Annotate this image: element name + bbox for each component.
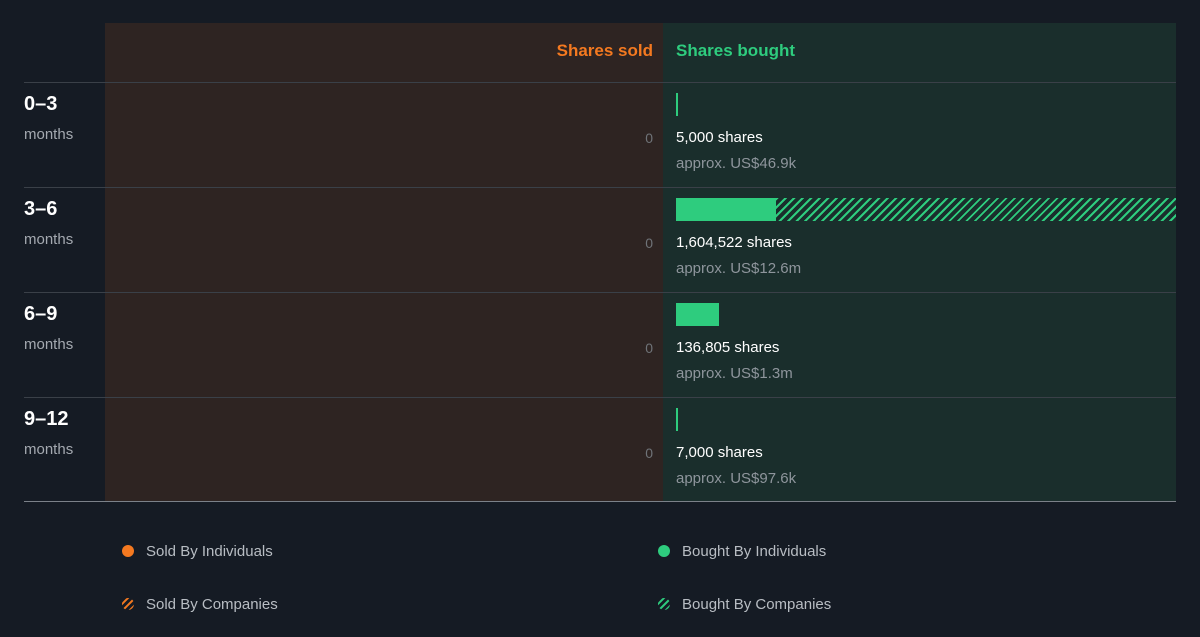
period-unit: months [24,231,74,248]
sold-value-label: 0 [645,445,653,461]
bought-value-label: approx. US$46.9k [676,155,797,172]
legend-label: Bought By Companies [682,595,832,613]
period-row: 3–6 months 0 1,604,522 shares approx. US… [0,188,1200,293]
bought-shares-label: 1,604,522 shares [676,234,792,251]
bought-individuals-bar [676,198,777,221]
bought-shares-label: 5,000 shares [676,129,763,146]
period-label: 3–6 [24,198,58,220]
bought-individuals-bar [676,408,679,431]
sold-value-label: 0 [645,235,653,251]
bought-value-label: approx. US$97.6k [676,470,797,487]
bought-value-label: approx. US$1.3m [676,365,793,382]
period-unit: months [24,126,74,143]
legend-sold-companies[interactable]: Sold By Companies [122,594,278,614]
period-row: 9–12 months 0 7,000 shares approx. US$97… [0,398,1200,503]
bought-value-label: approx. US$12.6m [676,260,802,277]
solid-dot-icon [122,545,134,557]
period-label: 0–3 [24,93,58,115]
legend-bought-individuals[interactable]: Bought By Individuals [658,541,826,561]
bought-individuals-bar [676,303,719,326]
sold-value-label: 0 [645,340,653,356]
legend-label: Sold By Individuals [146,542,273,560]
hatched-dot-icon [658,598,670,610]
legend-label: Bought By Individuals [682,542,827,560]
insider-trading-chart: Shares sold Shares bought 0–3 months 0 5… [0,0,1200,637]
sold-value-label: 0 [645,130,653,146]
shares-sold-header: Shares sold [556,41,653,60]
period-unit: months [24,441,74,458]
period-row: 6–9 months 0 136,805 shares approx. US$1… [0,293,1200,398]
legend-bought-companies[interactable]: Bought By Companies [658,594,831,614]
bought-shares-label: 7,000 shares [676,444,763,461]
legend-label: Sold By Companies [146,595,278,613]
bought-individuals-bar [676,93,678,116]
period-label: 6–9 [24,303,58,325]
period-row: 0–3 months 0 5,000 shares approx. US$46.… [0,83,1200,188]
period-label: 9–12 [24,408,69,430]
shares-bought-header: Shares bought [676,41,796,60]
bought-companies-bar [776,198,1176,221]
hatched-dot-icon [122,598,134,610]
solid-dot-icon [658,545,670,557]
period-unit: months [24,336,74,353]
legend-sold-individuals[interactable]: Sold By Individuals [122,541,273,561]
bought-shares-label: 136,805 shares [676,339,780,356]
